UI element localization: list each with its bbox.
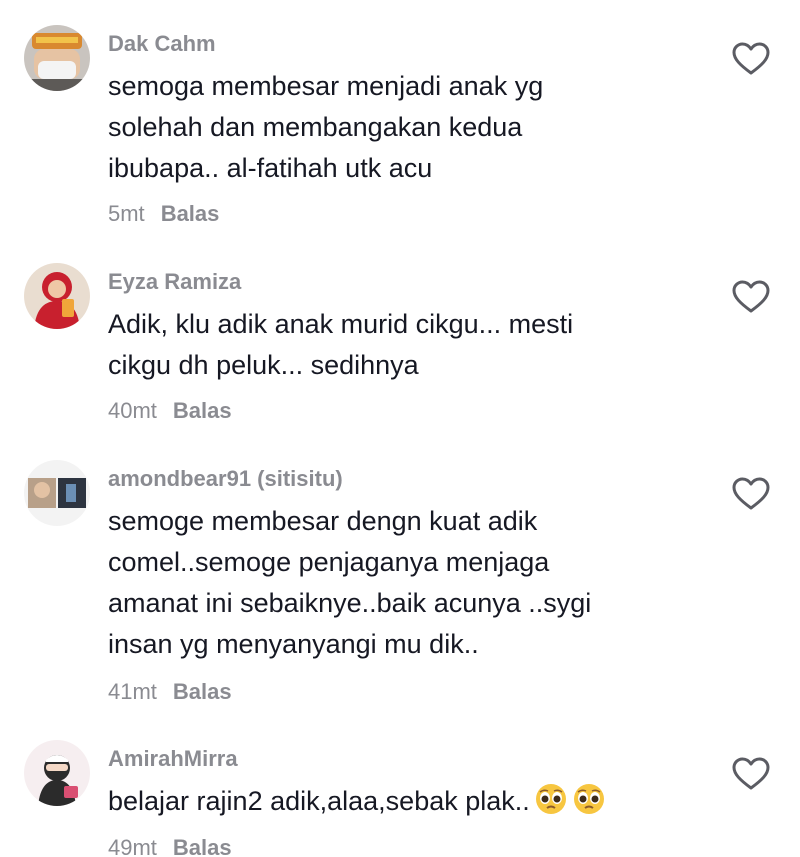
comment-text: belajar rajin2 adik,alaa,sebak plak.. — [108, 781, 668, 822]
heart-outline-icon[interactable] — [732, 477, 770, 511]
comment-username[interactable]: Dak Cahm — [108, 31, 216, 57]
comment-item: Eyza Ramiza Adik, klu adik anak murid ci… — [0, 245, 800, 445]
comment-text-line: comel..semoge penjaganya menjaga — [108, 547, 550, 577]
comment-username[interactable]: AmirahMirra — [108, 746, 238, 772]
heart-outline-icon[interactable] — [732, 42, 770, 76]
comment-time: 41mt — [108, 679, 157, 704]
comment-meta: 49mt Balas — [108, 835, 232, 857]
comment-text-line: insan yg menyanyangi mu dik.. — [108, 629, 479, 659]
comment-text-line: amanat ini sebaiknye..baik acunya ..sygi — [108, 588, 592, 618]
heart-outline-icon[interactable] — [732, 280, 770, 314]
comment-item: amondbear91 (sitisitu) semoge membesar d… — [0, 445, 800, 725]
comment-meta: 5mt Balas — [108, 201, 219, 227]
comment-username[interactable]: Eyza Ramiza — [108, 269, 241, 295]
comment-text-line: belajar rajin2 adik,alaa,sebak plak.. — [108, 781, 668, 822]
comment-text: semoga membesar menjadi anak yg solehah … — [108, 66, 668, 189]
comment-text-segment: belajar rajin2 adik,alaa,sebak plak.. — [108, 786, 530, 816]
reply-button[interactable]: Balas — [173, 679, 232, 704]
comment-text-line: semoga membesar menjadi anak yg — [108, 71, 544, 101]
comment-list: Dak Cahm semoga membesar menjadi anak yg… — [0, 0, 800, 857]
heart-outline-icon[interactable] — [732, 757, 770, 791]
comment-item: Dak Cahm semoga membesar menjadi anak yg… — [0, 0, 800, 245]
pleading-face-emoji — [534, 782, 568, 816]
comment-text-line: cikgu dh peluk... sedihnya — [108, 350, 419, 380]
avatar[interactable] — [24, 263, 90, 329]
comment-time: 40mt — [108, 398, 157, 423]
comment-time: 49mt — [108, 835, 157, 857]
avatar[interactable] — [24, 740, 90, 806]
comment-text: semoge membesar dengn kuat adik comel..s… — [108, 501, 668, 665]
comment-text: Adik, klu adik anak murid cikgu... mesti… — [108, 304, 668, 386]
reply-button[interactable]: Balas — [161, 201, 220, 226]
comment-text-line: solehah dan membangakan kedua — [108, 112, 523, 142]
comment-text-line: ibubapa.. al-fatihah utk acu — [108, 153, 433, 183]
comment-meta: 41mt Balas — [108, 679, 232, 705]
pleading-face-emoji — [572, 782, 606, 816]
comment-item: AmirahMirra belajar rajin2 adik,alaa,seb… — [0, 725, 800, 857]
comment-username[interactable]: amondbear91 (sitisitu) — [108, 466, 343, 492]
comment-text-line: Adik, klu adik anak murid cikgu... mesti — [108, 309, 574, 339]
avatar[interactable] — [24, 460, 90, 526]
comment-time: 5mt — [108, 201, 145, 226]
comment-text-line: semoge membesar dengn kuat adik — [108, 506, 538, 536]
comment-meta: 40mt Balas — [108, 398, 232, 424]
avatar[interactable] — [24, 25, 90, 91]
reply-button[interactable]: Balas — [173, 398, 232, 423]
reply-button[interactable]: Balas — [173, 835, 232, 857]
